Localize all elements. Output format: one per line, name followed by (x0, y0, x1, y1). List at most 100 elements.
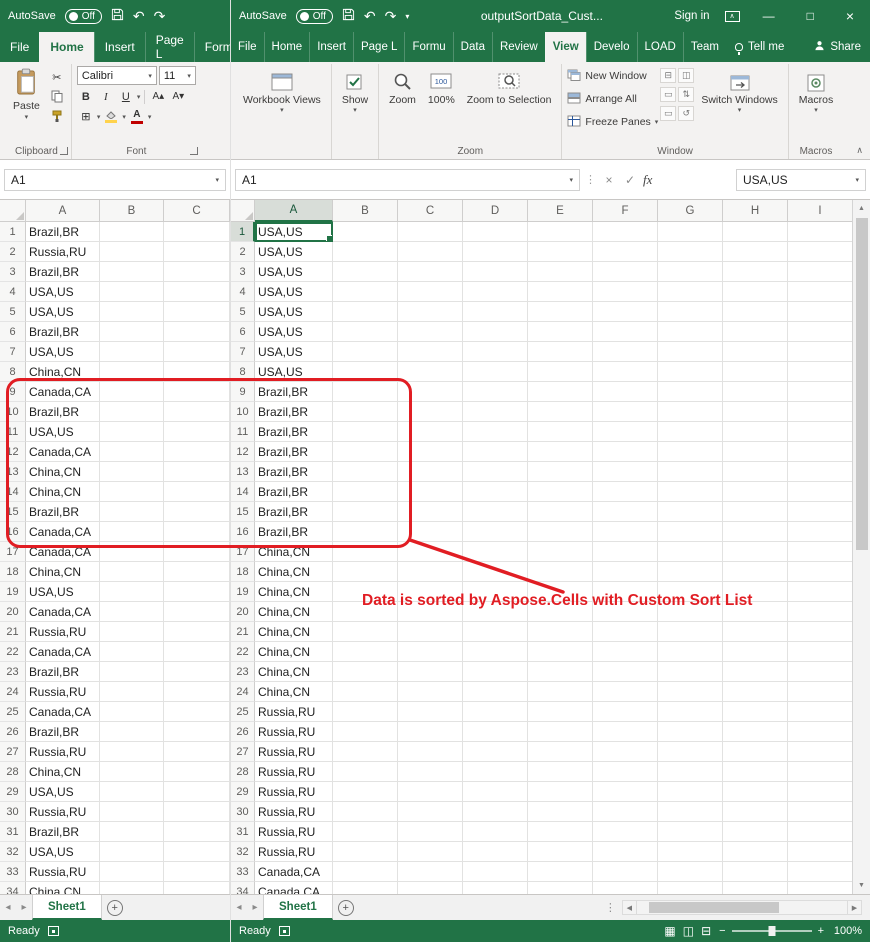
right-cell-C25[interactable] (398, 702, 463, 722)
right-cell-G19[interactable] (658, 582, 723, 602)
right-cell-E29[interactable] (528, 782, 593, 802)
right-cell-B4[interactable] (333, 282, 398, 302)
right-ribbon-tab-file[interactable]: File (231, 32, 264, 62)
paste-button[interactable]: Paste ▾ (7, 66, 46, 142)
sheet-tab-sheet1[interactable]: Sheet1 (263, 895, 333, 920)
right-cell-B24[interactable] (333, 682, 398, 702)
right-cell-H3[interactable] (723, 262, 788, 282)
left-cell-B22[interactable] (100, 642, 164, 662)
right-row-header-29[interactable]: 29 (231, 782, 255, 802)
normal-view-icon[interactable]: ▦ (664, 924, 675, 938)
right-cell-G8[interactable] (658, 362, 723, 382)
right-column-header-B[interactable]: B (333, 200, 398, 222)
right-cell-E33[interactable] (528, 862, 593, 882)
right-row-header-30[interactable]: 30 (231, 802, 255, 822)
macro-record-icon[interactable] (279, 926, 290, 936)
right-row-header-25[interactable]: 25 (231, 702, 255, 722)
left-row-header-5[interactable]: 5 (0, 302, 26, 322)
right-row-header-8[interactable]: 8 (231, 362, 255, 382)
left-ribbon-tab-formu[interactable]: Formu (194, 32, 230, 62)
left-cell-C10[interactable] (164, 402, 230, 422)
fill-color-button[interactable] (102, 108, 120, 125)
right-cell-I24[interactable] (788, 682, 852, 702)
left-row-header-20[interactable]: 20 (0, 602, 26, 622)
left-row-header-32[interactable]: 32 (0, 842, 26, 862)
left-cell-A32[interactable]: USA,US (26, 842, 100, 862)
sheet-nav-right-icon[interactable]: ▸ (247, 895, 263, 920)
right-cell-A9[interactable]: Brazil,BR (255, 382, 333, 402)
zoom-in-icon[interactable]: + (818, 925, 824, 937)
right-row-header-1[interactable]: 1 (231, 222, 255, 242)
left-cell-A12[interactable]: Canada,CA (26, 442, 100, 462)
right-row-header-10[interactable]: 10 (231, 402, 255, 422)
right-cell-A7[interactable]: USA,US (255, 342, 333, 362)
right-cell-E27[interactable] (528, 742, 593, 762)
left-cell-C20[interactable] (164, 602, 230, 622)
left-cell-C13[interactable] (164, 462, 230, 482)
page-layout-view-icon[interactable]: ◫ (683, 924, 694, 938)
right-cell-D27[interactable] (463, 742, 528, 762)
right-cell-A17[interactable]: China,CN (255, 542, 333, 562)
right-cell-G5[interactable] (658, 302, 723, 322)
copy-button[interactable] (48, 89, 66, 106)
underline-button[interactable]: U (117, 88, 135, 105)
right-row-header-14[interactable]: 14 (231, 482, 255, 502)
italic-button[interactable]: I (97, 88, 115, 105)
right-cell-I5[interactable] (788, 302, 852, 322)
right-column-header-C[interactable]: C (398, 200, 463, 222)
left-row-header-22[interactable]: 22 (0, 642, 26, 662)
left-cell-C2[interactable] (164, 242, 230, 262)
right-row-header-2[interactable]: 2 (231, 242, 255, 262)
left-cell-B28[interactable] (100, 762, 164, 782)
right-cell-A11[interactable]: Brazil,BR (255, 422, 333, 442)
right-cell-A13[interactable]: Brazil,BR (255, 462, 333, 482)
left-cell-C15[interactable] (164, 502, 230, 522)
horizontal-scrollbar[interactable]: ◀ ▶ (622, 900, 862, 915)
right-cell-I21[interactable] (788, 622, 852, 642)
left-row-header-29[interactable]: 29 (0, 782, 26, 802)
right-row-header-3[interactable]: 3 (231, 262, 255, 282)
left-cell-A33[interactable]: Russia,RU (26, 862, 100, 882)
right-cell-A16[interactable]: Brazil,BR (255, 522, 333, 542)
right-cell-H34[interactable] (723, 882, 788, 894)
right-cell-A21[interactable]: China,CN (255, 622, 333, 642)
right-cell-A32[interactable]: Russia,RU (255, 842, 333, 862)
right-cell-G14[interactable] (658, 482, 723, 502)
left-cell-A24[interactable]: Russia,RU (26, 682, 100, 702)
right-row-header-33[interactable]: 33 (231, 862, 255, 882)
left-row-header-10[interactable]: 10 (0, 402, 26, 422)
right-cell-D3[interactable] (463, 262, 528, 282)
undo-icon[interactable]: ↶ (364, 9, 376, 23)
left-cell-A29[interactable]: USA,US (26, 782, 100, 802)
left-cell-B13[interactable] (100, 462, 164, 482)
right-cell-E16[interactable] (528, 522, 593, 542)
right-cell-I2[interactable] (788, 242, 852, 262)
right-cell-D21[interactable] (463, 622, 528, 642)
right-cell-B28[interactable] (333, 762, 398, 782)
right-cell-G15[interactable] (658, 502, 723, 522)
share-button[interactable]: Share (805, 32, 870, 62)
left-select-all-corner[interactable] (0, 200, 26, 222)
right-cell-B27[interactable] (333, 742, 398, 762)
right-cell-G16[interactable] (658, 522, 723, 542)
left-cell-C22[interactable] (164, 642, 230, 662)
right-cell-D23[interactable] (463, 662, 528, 682)
left-cell-A7[interactable]: USA,US (26, 342, 100, 362)
left-cell-C34[interactable] (164, 882, 230, 894)
left-row-header-17[interactable]: 17 (0, 542, 26, 562)
right-cell-E19[interactable] (528, 582, 593, 602)
right-cell-H25[interactable] (723, 702, 788, 722)
right-cell-F24[interactable] (593, 682, 658, 702)
right-cell-H31[interactable] (723, 822, 788, 842)
left-cell-C3[interactable] (164, 262, 230, 282)
right-cell-I29[interactable] (788, 782, 852, 802)
left-row-header-12[interactable]: 12 (0, 442, 26, 462)
left-row-header-18[interactable]: 18 (0, 562, 26, 582)
left-cell-B31[interactable] (100, 822, 164, 842)
right-cell-C17[interactable] (398, 542, 463, 562)
right-cell-E15[interactable] (528, 502, 593, 522)
underline-dropdown-icon[interactable]: ▾ (137, 93, 141, 101)
right-cell-H10[interactable] (723, 402, 788, 422)
left-cell-C30[interactable] (164, 802, 230, 822)
right-cell-A12[interactable]: Brazil,BR (255, 442, 333, 462)
